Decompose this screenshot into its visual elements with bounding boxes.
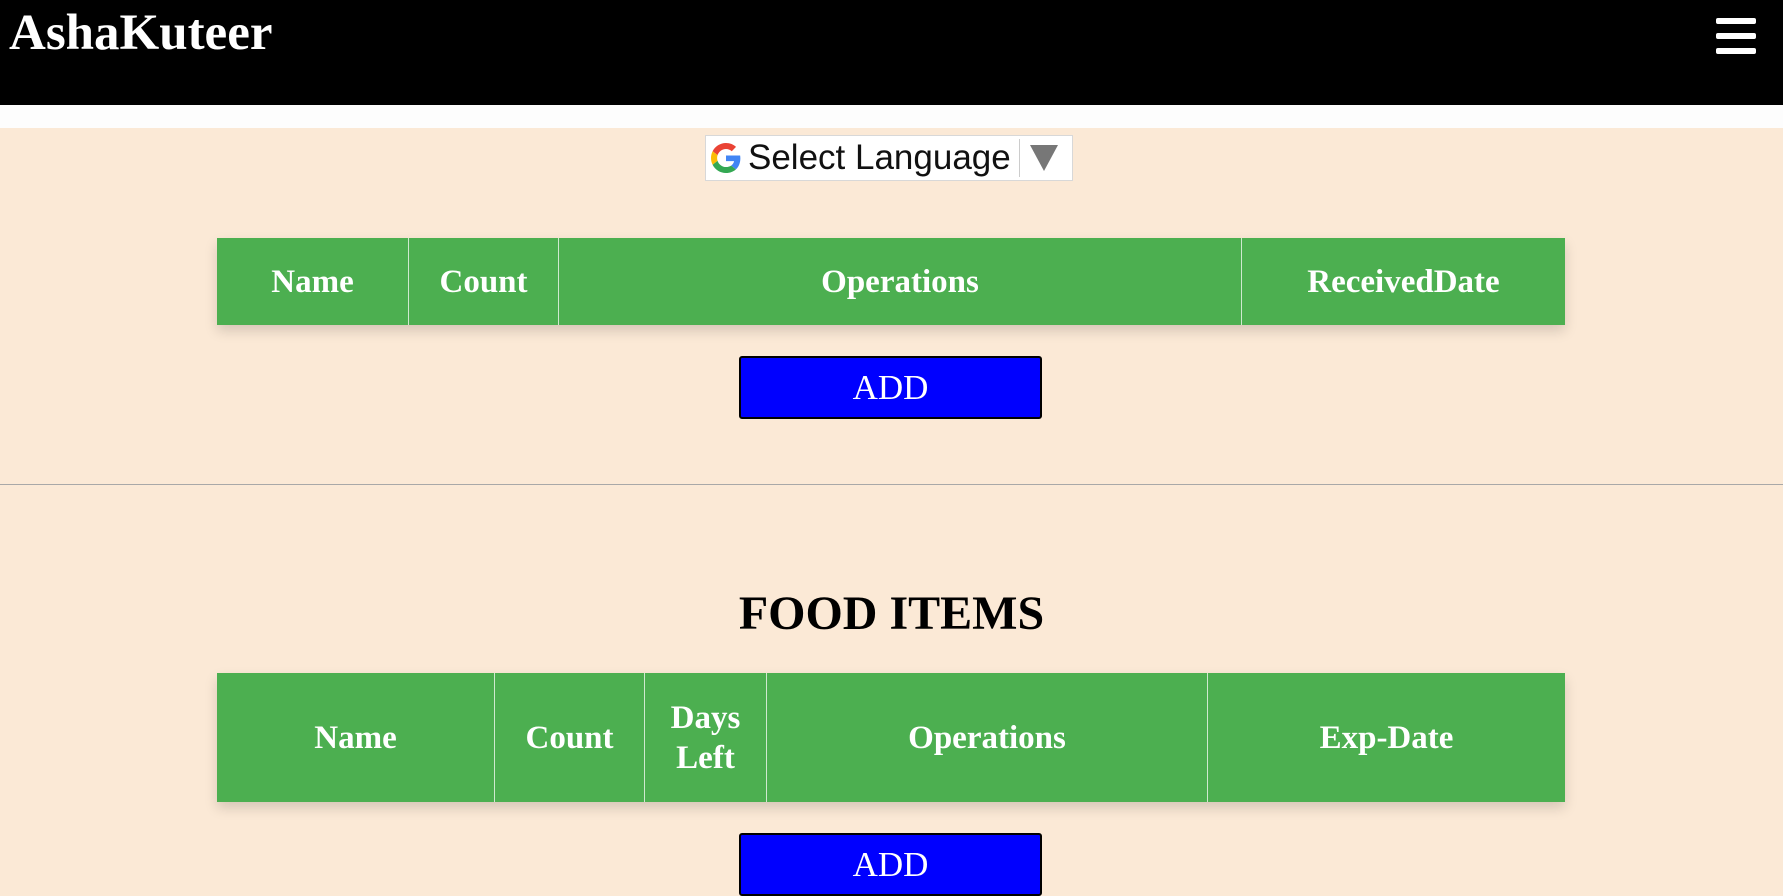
language-select[interactable]: Select Language bbox=[705, 135, 1073, 181]
section-divider bbox=[0, 484, 1783, 485]
brand-logo-text[interactable]: AshaKuteer bbox=[9, 8, 272, 59]
food-items-table: Name Count Days Left Operations Exp-Date bbox=[217, 673, 1565, 802]
column-header-name: Name bbox=[314, 719, 397, 756]
dropdown-arrow-icon bbox=[1029, 145, 1058, 171]
food-items-title: FOOD ITEMS bbox=[738, 587, 1045, 640]
column-header-name: Name bbox=[271, 263, 354, 300]
column-header-days-left: Days Left bbox=[644, 673, 767, 802]
add-food-item-button[interactable]: ADD bbox=[739, 833, 1042, 896]
column-header-received-date: ReceivedDate bbox=[1241, 238, 1565, 325]
header-spacer bbox=[0, 105, 1783, 128]
column-header-operations: Operations bbox=[558, 238, 1242, 325]
column-header-exp-date: Exp-Date bbox=[1207, 673, 1565, 802]
table-header-row: Name Count Days Left Operations Exp-Date bbox=[217, 673, 1565, 802]
column-header-operations: Operations bbox=[766, 673, 1208, 802]
column-header-count: Count bbox=[408, 238, 559, 325]
column-header-count: Count bbox=[494, 673, 645, 802]
hamburger-menu-icon[interactable] bbox=[1716, 18, 1756, 54]
hamburger-line bbox=[1716, 33, 1756, 39]
language-select-divider bbox=[1018, 139, 1020, 177]
google-g-icon bbox=[711, 143, 741, 173]
received-items-table: Name Count Operations ReceivedDate bbox=[217, 238, 1565, 325]
hamburger-line bbox=[1716, 18, 1756, 24]
table-header-row: Name Count Operations ReceivedDate bbox=[217, 238, 1565, 325]
top-navbar: AshaKuteer bbox=[0, 0, 1783, 105]
language-select-label: Select Language bbox=[748, 138, 1011, 177]
add-button[interactable]: ADD bbox=[739, 356, 1042, 419]
hamburger-line bbox=[1716, 48, 1756, 54]
